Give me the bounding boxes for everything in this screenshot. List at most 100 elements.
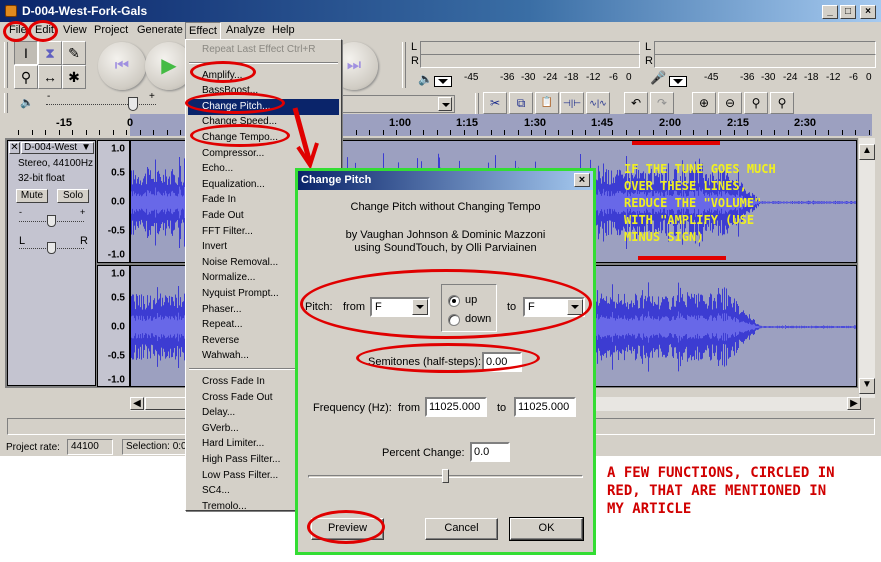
envelope-tool-button[interactable]: ⧗ bbox=[38, 41, 62, 65]
pitch-to-label: to bbox=[507, 301, 517, 313]
scale-label: 0.5 bbox=[111, 292, 125, 304]
semitones-input[interactable]: 0.00 bbox=[482, 352, 522, 372]
dialog-title-bar: Change Pitch × bbox=[298, 171, 593, 190]
paste-button[interactable]: 📋 bbox=[535, 92, 559, 114]
menu-help[interactable]: Help bbox=[272, 24, 295, 36]
change-pitch-dialog: Change Pitch × Change Pitch without Chan… bbox=[295, 168, 596, 555]
ruler-tick bbox=[410, 130, 411, 135]
cut-button[interactable]: ✂ bbox=[483, 92, 507, 114]
menu-analyze[interactable]: Analyze bbox=[226, 24, 265, 36]
skip-to-start-button[interactable]: ⏮ bbox=[98, 42, 146, 90]
percent-change-label: Percent Change: bbox=[382, 447, 465, 459]
copy-icon: ⧉ bbox=[516, 96, 526, 110]
scale-label: 0.5 bbox=[111, 167, 125, 179]
zoom-in-button[interactable]: ⊕ bbox=[692, 92, 716, 114]
menu-item-repeat-last-effect[interactable]: Repeat Last Effect Ctrl+R bbox=[188, 42, 339, 58]
rec-meter-right-label: R bbox=[645, 55, 653, 67]
scroll-left-button[interactable]: ◀ bbox=[130, 397, 144, 410]
zoom-tool-button[interactable]: ⚲ bbox=[14, 65, 38, 89]
menu-effect[interactable]: Effect bbox=[185, 22, 221, 40]
timeline-ruler[interactable]: -15 0 1:00 1:15 1:30 1:45 2:00 2:15 2:30 bbox=[0, 114, 881, 136]
close-button[interactable]: × bbox=[860, 5, 876, 19]
solo-button[interactable]: Solo bbox=[57, 189, 89, 203]
menu-project[interactable]: Project bbox=[94, 24, 128, 36]
scroll-up-button[interactable]: ▲ bbox=[859, 144, 875, 160]
edit-toolbar-grip[interactable] bbox=[475, 93, 479, 115]
ruler-tick bbox=[450, 130, 451, 135]
menu-generate[interactable]: Generate bbox=[137, 24, 183, 36]
silence-button[interactable]: ∿|∿ bbox=[586, 92, 610, 114]
dialog-close-button[interactable]: × bbox=[574, 173, 590, 187]
trim-button[interactable]: ⊣|⊢ bbox=[560, 92, 584, 114]
rec-meter-right bbox=[654, 54, 876, 68]
input-source-select[interactable] bbox=[340, 95, 455, 113]
scroll-down-button[interactable]: ▼ bbox=[859, 378, 875, 394]
gain-slider-thumb[interactable] bbox=[47, 215, 56, 227]
menu-item-amplify[interactable]: Amplify... bbox=[188, 68, 339, 84]
pitch-from-select[interactable]: F bbox=[370, 297, 430, 317]
mixer-grip[interactable] bbox=[4, 93, 8, 113]
redo-button[interactable]: ↷ bbox=[650, 92, 674, 114]
ok-button[interactable]: OK bbox=[509, 517, 584, 541]
menu-view[interactable]: View bbox=[63, 24, 87, 36]
toolbar-grip[interactable] bbox=[4, 42, 8, 88]
dialog-title: Change Pitch bbox=[301, 174, 372, 186]
ruler-tick bbox=[356, 130, 357, 135]
cancel-button[interactable]: Cancel bbox=[425, 518, 498, 540]
zoom-out-button[interactable]: ⊖ bbox=[718, 92, 742, 114]
meter-grip[interactable] bbox=[402, 42, 406, 88]
draw-tool-button[interactable]: ✎ bbox=[62, 41, 86, 65]
frequency-label: Frequency (Hz): bbox=[313, 402, 392, 414]
ruler-tick bbox=[572, 130, 573, 135]
copy-button[interactable]: ⧉ bbox=[509, 92, 533, 114]
vertical-scrollbar[interactable]: ▲ ▼ bbox=[859, 138, 875, 398]
ruler-tick bbox=[747, 130, 748, 135]
output-volume-slider[interactable] bbox=[46, 104, 156, 105]
preview-button[interactable]: Preview bbox=[311, 518, 384, 540]
ruler-tick bbox=[518, 130, 519, 135]
ruler-tick bbox=[113, 130, 114, 135]
ruler-label: 2:30 bbox=[793, 117, 817, 129]
scroll-right-button[interactable]: ▶ bbox=[847, 397, 861, 410]
menu-edit[interactable]: Edit bbox=[35, 24, 54, 36]
pan-right-label: R bbox=[80, 235, 88, 247]
ruler-label: 1:45 bbox=[590, 117, 614, 129]
minimize-button[interactable]: _ bbox=[822, 5, 838, 19]
ruler-tick bbox=[423, 130, 424, 135]
track-name-menu[interactable]: D-004-West ▼ bbox=[21, 142, 94, 154]
output-volume-thumb[interactable] bbox=[128, 97, 138, 111]
selection-tool-button[interactable]: I bbox=[14, 41, 38, 65]
timeshift-tool-button[interactable]: ↔ bbox=[38, 65, 62, 89]
multi-tool-button[interactable]: ✱ bbox=[62, 65, 86, 89]
maximize-button[interactable]: □ bbox=[840, 5, 856, 19]
project-rate-field[interactable]: 44100 bbox=[67, 439, 113, 455]
mute-button[interactable]: Mute bbox=[16, 189, 48, 203]
direction-up-radio[interactable] bbox=[448, 295, 460, 307]
ruler-tick bbox=[815, 130, 816, 135]
fit-selection-button[interactable]: ⚲ bbox=[744, 92, 768, 114]
undo-button[interactable]: ↶ bbox=[624, 92, 648, 114]
pitch-to-select[interactable]: F bbox=[523, 297, 585, 317]
pitch-from-value: F bbox=[375, 301, 382, 313]
track-close-button[interactable]: ✕ bbox=[9, 142, 20, 154]
menu-file[interactable]: File bbox=[9, 24, 27, 36]
title-bar: D-004-West-Fork-Gals _ □ × bbox=[0, 0, 881, 22]
pan-slider-thumb[interactable] bbox=[47, 242, 56, 254]
play-meter-scale: -45 -36 -30 -24 -18 -12 -6 0 bbox=[464, 72, 632, 83]
fit-project-button[interactable]: ⚲ bbox=[770, 92, 794, 114]
direction-down-radio[interactable] bbox=[448, 314, 460, 326]
ruler-tick bbox=[86, 130, 87, 135]
selection-field[interactable]: Selection: 0:0 bbox=[122, 439, 192, 455]
percent-change-slider-thumb[interactable] bbox=[441, 469, 449, 483]
play-meter-left-label: L bbox=[411, 41, 418, 53]
scale-label: 0.0 bbox=[111, 196, 125, 208]
dropdown-arrow-icon bbox=[412, 299, 428, 315]
menu-item-bassboost[interactable]: BassBoost... bbox=[188, 83, 339, 99]
frequency-to-input[interactable]: 11025.000 bbox=[514, 397, 576, 417]
redo-icon: ↷ bbox=[656, 96, 668, 110]
upper-limit-marker bbox=[632, 141, 720, 145]
frequency-from-input[interactable]: 11025.000 bbox=[425, 397, 487, 417]
scale-label: -0.5 bbox=[107, 350, 125, 362]
frequency-from-label: from bbox=[398, 402, 420, 414]
percent-change-input[interactable]: 0.0 bbox=[470, 442, 510, 462]
